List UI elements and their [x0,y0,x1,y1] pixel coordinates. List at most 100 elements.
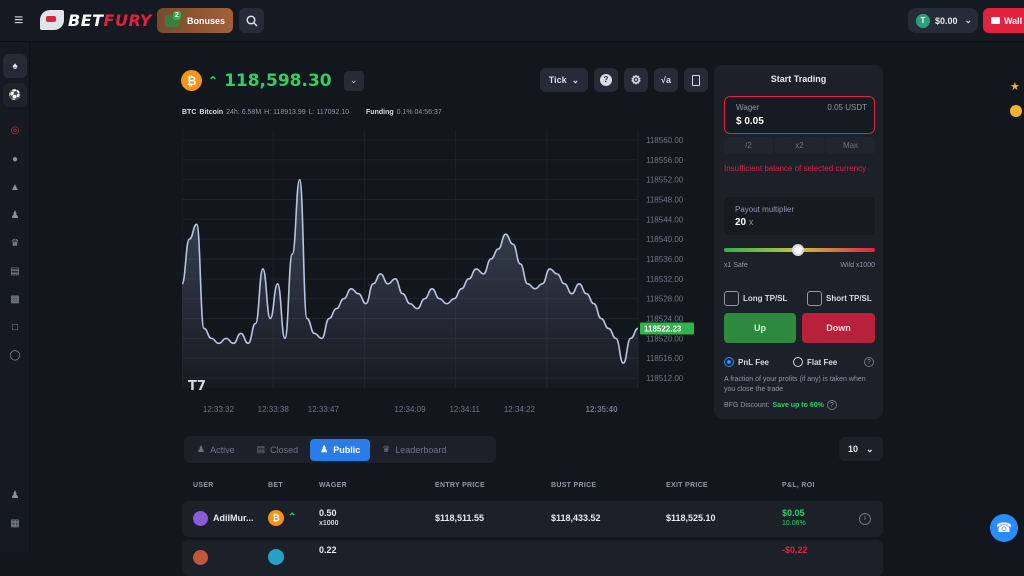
tab-active[interactable]: ♟ Active [187,439,245,461]
calculator-button[interactable] [684,68,708,92]
rows-per-page-dropdown[interactable]: 10 ⌄ [839,437,883,461]
wager-field[interactable]: Wager 0.05 USDT [724,96,875,134]
sidebar-item-community[interactable]: ♟ [7,487,23,503]
wager-input[interactable] [736,116,856,127]
search-button[interactable] [239,8,264,33]
balance-value: $0.00 [935,15,958,26]
checkbox-box [724,291,739,306]
tab-closed[interactable]: ▤ Closed [247,439,309,461]
sidebar-item-coins[interactable]: ● [7,151,23,167]
down-button[interactable]: Down [802,313,875,343]
asset-name: Bitcoin [199,109,224,116]
menu-icon[interactable]: ≡ [14,12,34,30]
price-area [182,179,638,388]
coin-bag-icon: ● [11,153,19,165]
discount-value: Save up to 60% [772,401,824,409]
sidebar-item-language[interactable]: ▦ [7,515,23,531]
pnl-fee-radio[interactable]: PnL Fee [724,357,769,367]
support-chat-button[interactable]: ☎ [990,514,1018,542]
payout-field[interactable]: Payout multiplier 20 x [724,197,875,235]
rows-per-page-value: 10 [848,444,859,454]
sidebar-item-promo[interactable]: ◎ [7,122,23,138]
sidebar-item-clipboard[interactable]: □ [7,319,23,335]
wallet-icon [991,17,1000,24]
y-tick-label: 118544.00 [646,215,684,224]
wager-label: Wager [736,103,760,112]
volume-24h: 24h: 6.58M [226,109,262,116]
bonuses-button[interactable]: 2 Bonuses [157,8,233,33]
info-icon[interactable]: i [859,513,871,525]
sidebar-item-sports[interactable]: ⚽ [3,83,27,107]
col-bet: BET [268,482,283,489]
short-tpsl-label: Short TP/SL [826,294,872,303]
current-price-label: 118522.23 [644,324,682,333]
slider-max-label: Wild x1000 [840,262,875,269]
target-icon: ◎ [10,124,20,136]
sidebar-item-provably[interactable]: ▩ [7,291,23,307]
wager-amount: 0.22 [319,545,337,555]
wallet-button[interactable]: Wall [983,8,1024,33]
half-button[interactable]: /2 [724,137,773,154]
up-button[interactable]: Up [724,313,796,343]
long-tpsl-checkbox[interactable]: Long TP/SL [724,291,787,306]
wager-amount: 0.50 [319,508,337,518]
col-bust-price: BUST PRICE [551,482,597,489]
question-icon: ? [600,74,612,86]
sidebar-item-casino[interactable]: ♠ [3,54,27,78]
user-icon: ♟ [197,444,206,454]
discount-help-icon[interactable]: ? [826,400,837,410]
roi-value: 10.06% [782,520,806,527]
sidebar-item-vip[interactable]: ♛ [7,235,23,251]
fee-help-icon[interactable]: ? [864,357,874,367]
reward-icon[interactable] [1010,105,1022,117]
chevron-down-icon: ⌄ [571,74,580,85]
group-icon: ♟ [10,489,20,501]
asset-selector-button[interactable]: ⌄ [343,70,364,91]
usdt-icon: T [916,13,930,28]
logo[interactable]: BETFURY [40,10,152,30]
flat-fee-radio[interactable]: Flat Fee [793,357,837,367]
trophy-icon[interactable]: ★ [1010,80,1020,93]
search-icon [245,14,258,27]
pnl-value: -$0.22 [782,545,808,555]
interval-dropdown[interactable]: Tick ⌄ [540,68,588,92]
multiplier-slider[interactable] [724,244,875,256]
payout-value[interactable]: 20 x [735,217,753,228]
document-icon: ▤ [256,444,266,454]
bust-price: $118,433.52 [551,513,601,523]
x-tick-label: 12:34:22 [504,405,536,414]
bets-tabs: ♟ Active ▤ Closed ♟ Public ♛ Leaderboard [184,436,496,463]
headset-icon: ◯ [9,349,21,361]
settings-button[interactable]: ⚙ [624,68,648,92]
bitcoin-icon: ₿ [268,510,284,526]
price-chart[interactable]: 118560.00 118556.00 118552.00 118548.00 1185… [182,126,698,416]
tab-leaderboard[interactable]: ♛ Leaderboard [372,439,456,461]
bonuses-label: Bonuses [187,15,226,26]
col-user: USER [193,482,214,489]
formula-button[interactable]: √a [654,68,678,92]
exit-price: $118,525.10 [666,513,716,523]
users-icon: ♟ [320,444,329,454]
user-name[interactable]: AdilMur... [213,513,254,523]
left-sidebar: ♠ ⚽ ◎ ● ▲ ♟ ♛ ▤ ▩ □ ◯ ♟ ▦ [0,42,30,552]
table-row[interactable]: 0.22 -$0.22 [182,540,883,576]
double-chevron-up-icon: ⌃ [208,73,219,88]
entry-price: $118,511.55 [435,513,485,523]
tab-public[interactable]: ♟ Public [310,438,371,461]
wallet-label: Wall [1004,15,1023,26]
col-entry-price: ENTRY PRICE [435,482,485,489]
asset-price-header: ₿ ⌃ 118,598.30 ⌄ [181,70,364,91]
megaphone-icon: ▲ [10,181,20,193]
sidebar-item-affiliate[interactable]: ♟ [7,207,23,223]
slider-handle[interactable] [792,244,804,256]
sidebar-item-support[interactable]: ◯ [7,347,23,363]
balance-dropdown[interactable]: T $0.00 ⌄ [908,8,978,33]
asset-ticker: BTC [182,109,197,116]
double-button[interactable]: x2 [775,137,824,154]
max-button[interactable]: Max [826,137,875,154]
sidebar-item-leaderboard[interactable]: ▤ [7,263,23,279]
help-button[interactable]: ? [594,68,618,92]
table-row[interactable]: AdilMur... ₿ ⌃ 0.50 x1000 $118,511.55 $1… [182,501,883,537]
sidebar-item-announce[interactable]: ▲ [7,179,23,195]
short-tpsl-checkbox[interactable]: Short TP/SL [807,291,872,306]
